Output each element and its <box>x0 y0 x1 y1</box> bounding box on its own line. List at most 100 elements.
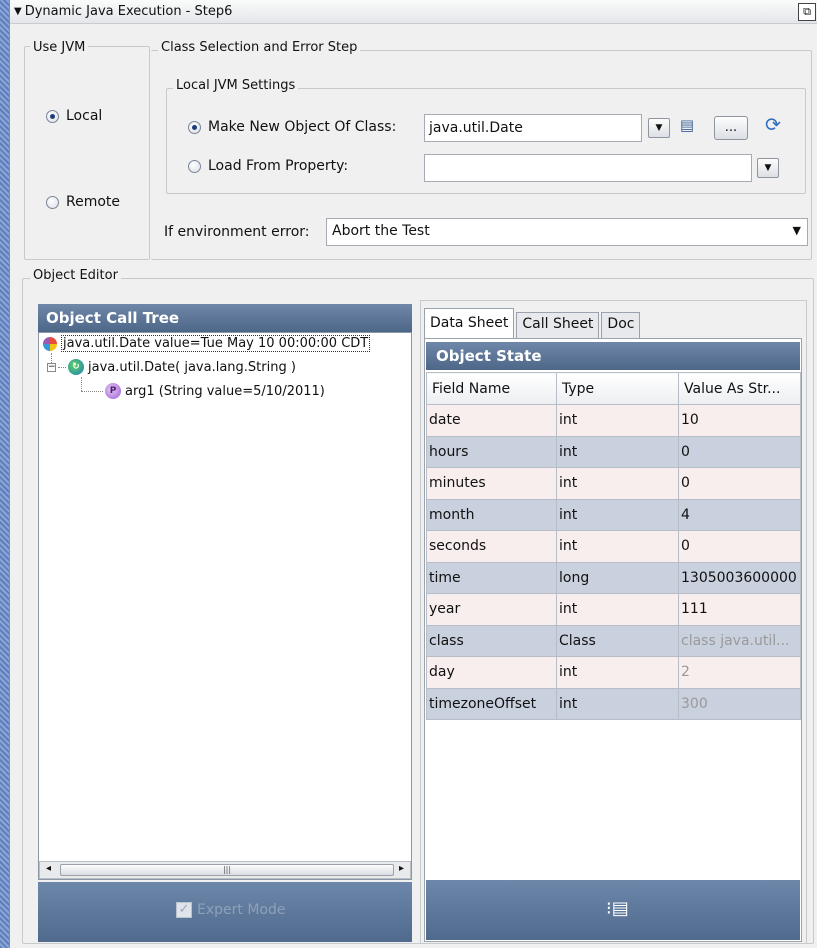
expert-mode-label: Expert Mode <box>197 902 286 918</box>
cell-value: 300 <box>678 687 801 720</box>
object-editor-legend: Object Editor <box>30 268 121 283</box>
restore-icon[interactable]: ⧉ <box>798 3 816 21</box>
cell-value: class java.util... <box>678 624 801 657</box>
class-selection-legend: Class Selection and Error Step <box>158 40 361 55</box>
cell-value[interactable]: 4 <box>678 498 801 531</box>
scroll-right-icon[interactable]: ▸ <box>399 863 404 874</box>
cell-type: int <box>556 467 679 500</box>
object-state-header: Object State <box>426 342 800 370</box>
cell-type: int <box>556 404 679 437</box>
table-row[interactable]: timezoneOffset int 300 <box>426 687 801 720</box>
cell-field: timezoneOffset <box>426 687 557 720</box>
radio-make-new-object[interactable]: Make New Object Of Class: <box>188 119 396 135</box>
tab-call-sheet[interactable]: Call Sheet <box>516 312 600 338</box>
cell-value[interactable]: 111 <box>678 593 801 626</box>
cell-field: year <box>426 593 557 626</box>
property-dropdown-button[interactable]: ▼ <box>757 158 779 178</box>
env-error-value: Abort the Test <box>332 223 430 239</box>
tree-node-root[interactable]: java.util.Date value=Tue May 10 00:00:00… <box>43 335 371 352</box>
dynamic-java-execution-window: ▼ Dynamic Java Execution - Step6 ⧉ Use J… <box>9 0 817 948</box>
class-name-input[interactable]: java.util.Date <box>424 114 642 142</box>
chevron-down-icon: ▼ <box>655 123 663 133</box>
cell-field: hours <box>426 435 557 468</box>
tree-line <box>58 366 66 368</box>
table-row[interactable]: time long 1305003600000 <box>426 561 801 594</box>
column-header-value[interactable]: Value As Str... <box>678 372 801 405</box>
tree-line <box>81 377 82 391</box>
expert-mode-checkbox[interactable]: ✓ Expert Mode <box>176 902 285 918</box>
cell-value[interactable]: 0 <box>678 530 801 563</box>
cell-type: int <box>556 687 679 720</box>
class-dropdown-button[interactable]: ▼ <box>648 118 670 138</box>
object-icon <box>43 336 57 351</box>
radio-load-from-button[interactable] <box>188 159 201 173</box>
collapse-icon[interactable]: ▼ <box>14 6 22 17</box>
property-input[interactable] <box>424 154 752 182</box>
radio-remote-button[interactable] <box>46 195 59 209</box>
constructor-icon: ↻ <box>68 359 84 375</box>
table-row[interactable]: date int 10 <box>426 404 801 437</box>
scroll-left-icon[interactable]: ◂ <box>46 863 51 874</box>
call-tree-hscrollbar[interactable]: ◂ ||| ▸ <box>39 861 411 879</box>
table-row[interactable]: minutes int 0 <box>426 467 801 500</box>
radio-remote-label: Remote <box>66 194 121 210</box>
cell-type: int <box>556 593 679 626</box>
cell-type: long <box>556 561 679 594</box>
editor-tabs: Data Sheet Call Sheet Doc <box>424 308 642 340</box>
window-title: Dynamic Java Execution - Step6 <box>24 4 233 19</box>
table-row[interactable]: seconds int 0 <box>426 530 801 563</box>
env-error-select[interactable]: Abort the Test ▼ <box>326 218 808 246</box>
radio-local-button[interactable] <box>46 109 59 123</box>
make-new-label: Make New Object Of Class: <box>208 119 397 135</box>
radio-local[interactable]: Local <box>46 108 102 124</box>
cell-value: 2 <box>678 656 801 689</box>
column-header-type[interactable]: Type <box>556 372 679 405</box>
cell-field: day <box>426 656 557 689</box>
radio-local-label: Local <box>66 108 103 124</box>
cell-value[interactable]: 10 <box>678 404 801 437</box>
tree-node-arg[interactable]: P arg1 (String value=5/10/2011) <box>105 383 325 399</box>
cell-field: date <box>426 404 557 437</box>
call-tree-header: Object Call Tree <box>38 304 412 332</box>
chevron-down-icon: ▼ <box>792 224 801 237</box>
load-from-label: Load From Property: <box>208 158 349 174</box>
column-layout-icon[interactable]: ⁝▤ <box>606 898 629 919</box>
tree-node-arg-label: arg1 (String value=5/10/2011) <box>125 383 325 399</box>
cell-value[interactable]: 0 <box>678 435 801 468</box>
cell-field: minutes <box>426 467 557 500</box>
table-row[interactable]: year int 111 <box>426 593 801 626</box>
tree-node-root-label: java.util.Date value=Tue May 10 00:00:00… <box>61 335 371 352</box>
cell-type: int <box>556 498 679 531</box>
cell-field: month <box>426 498 557 531</box>
cell-value[interactable]: 0 <box>678 467 801 500</box>
table-row[interactable]: class Class class java.util... <box>426 624 801 657</box>
data-sheet-footer: ⁝▤ <box>426 880 800 940</box>
radio-make-new-button[interactable] <box>188 120 201 134</box>
use-jvm-legend: Use JVM <box>30 40 89 55</box>
checkbox-checked-icon[interactable]: ✓ <box>176 902 192 918</box>
scrollbar-thumb[interactable]: ||| <box>60 864 394 876</box>
object-state-table: Field Name Type Value As Str... date int 1… <box>426 372 801 720</box>
table-row[interactable]: month int 4 <box>426 498 801 531</box>
env-error-label: If environment error: <box>164 224 310 240</box>
refresh-icon[interactable]: ⟳ <box>762 114 784 138</box>
chevron-down-icon: ▼ <box>764 163 772 173</box>
class-browser-icon[interactable]: ▤ <box>676 116 698 138</box>
tab-data-sheet[interactable]: Data Sheet <box>424 308 515 340</box>
tree-node-constructor-label: java.util.Date( java.lang.String ) <box>88 359 296 375</box>
column-header-field-name[interactable]: Field Name <box>426 372 557 405</box>
radio-remote[interactable]: Remote <box>46 194 120 210</box>
tree-node-constructor[interactable]: − ↻ java.util.Date( java.lang.String ) <box>47 359 296 375</box>
tab-doc[interactable]: Doc <box>601 312 641 338</box>
cell-type: int <box>556 656 679 689</box>
table-row[interactable]: hours int 0 <box>426 435 801 468</box>
cell-value[interactable]: 1305003600000 <box>678 561 801 594</box>
radio-load-from-property[interactable]: Load From Property: <box>188 158 348 174</box>
title-bar: ▼ Dynamic Java Execution - Step6 ⧉ <box>10 0 817 24</box>
collapse-toggle-icon[interactable]: − <box>47 362 56 372</box>
cell-field: class <box>426 624 557 657</box>
cell-field: time <box>426 561 557 594</box>
local-jvm-settings-legend: Local JVM Settings <box>173 78 299 93</box>
browse-button[interactable]: ... <box>714 116 748 140</box>
table-row[interactable]: day int 2 <box>426 656 801 689</box>
